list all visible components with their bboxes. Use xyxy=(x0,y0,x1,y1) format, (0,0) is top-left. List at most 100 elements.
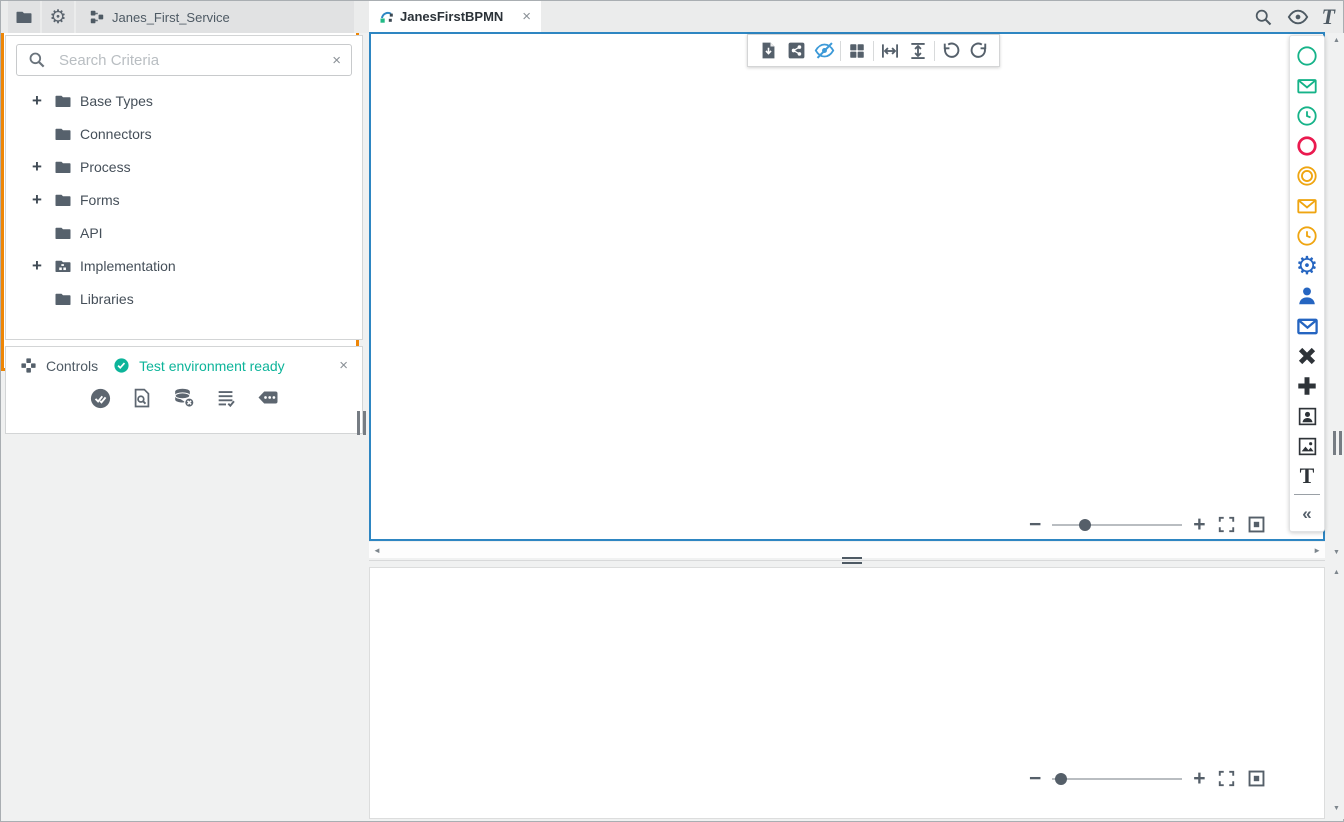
user-task-icon[interactable] xyxy=(1290,281,1324,311)
verify-all-icon[interactable] xyxy=(89,386,112,410)
folder-icon xyxy=(54,191,72,209)
project-tree: + Base Types Connectors + Process + Form… xyxy=(6,84,362,315)
check-circle-icon xyxy=(113,357,130,374)
user-image-icon[interactable] xyxy=(1290,401,1324,431)
expand-icon[interactable]: + xyxy=(32,256,54,276)
zoom-out-button[interactable]: − xyxy=(1029,768,1041,789)
document-tab-close-icon[interactable]: × xyxy=(522,9,531,24)
search-box: × xyxy=(16,44,352,76)
fit-to-screen-icon[interactable] xyxy=(1247,515,1266,534)
controls-close-icon[interactable]: × xyxy=(339,358,348,373)
text-icon[interactable]: T xyxy=(1290,461,1324,491)
canvas-zoom-controls: − + xyxy=(1029,514,1266,535)
search-icon xyxy=(27,50,47,70)
tree-item-forms[interactable]: + Forms xyxy=(6,183,362,216)
folder-icon xyxy=(54,158,72,176)
fit-to-screen-icon[interactable] xyxy=(1247,769,1266,788)
service-tab[interactable]: Janes_First_Service xyxy=(76,1,354,33)
tree-item-process[interactable]: + Process xyxy=(6,150,362,183)
canvas-horizontal-scrollbar[interactable]: ◄ ► xyxy=(369,542,1325,558)
typography-icon[interactable]: T xyxy=(1322,6,1335,28)
hide-preview-icon[interactable] xyxy=(810,38,838,64)
fullscreen-icon[interactable] xyxy=(1217,769,1236,788)
tree-item-connectors[interactable]: Connectors xyxy=(6,117,362,150)
expand-icon[interactable]: + xyxy=(32,157,54,177)
undo-icon[interactable] xyxy=(937,38,965,64)
document-tab-label: JanesFirstBPMN xyxy=(400,9,503,24)
zoom-in-button[interactable]: + xyxy=(1193,514,1205,535)
palette-divider xyxy=(1294,494,1320,495)
diagram-canvas[interactable] xyxy=(369,32,1325,541)
eye-icon[interactable] xyxy=(1287,6,1309,28)
console-message-icon[interactable] xyxy=(256,386,280,410)
grid-icon[interactable] xyxy=(843,38,871,64)
exclusive-gateway-icon[interactable] xyxy=(1290,341,1324,371)
tree-item-base-types[interactable]: + Base Types xyxy=(6,84,362,117)
parallel-gateway-icon[interactable] xyxy=(1290,371,1324,401)
canvas-toolbar xyxy=(747,34,1000,67)
document-tab[interactable]: JanesFirstBPMN × xyxy=(369,1,541,32)
expand-icon[interactable]: + xyxy=(32,91,54,111)
bpmn-diagram-icon xyxy=(379,10,393,24)
image-icon[interactable] xyxy=(1290,431,1324,461)
document-search-icon[interactable] xyxy=(131,386,153,410)
folder-icon xyxy=(54,125,72,143)
fit-width-icon[interactable] xyxy=(876,38,904,64)
message-start-event-icon[interactable] xyxy=(1290,71,1324,101)
top-right-actions: T xyxy=(1253,1,1335,33)
fullscreen-icon[interactable] xyxy=(1217,515,1236,534)
left-resize-handle[interactable] xyxy=(357,411,366,435)
zoom-slider[interactable] xyxy=(1052,524,1182,526)
zoom-in-button[interactable]: + xyxy=(1193,768,1205,789)
tree-item-libraries[interactable]: Libraries xyxy=(6,282,362,315)
cluster-icon xyxy=(20,357,37,374)
horizontal-resize-handle[interactable] xyxy=(842,557,862,564)
tree-item-api[interactable]: API xyxy=(6,216,362,249)
message-intermediate-event-icon[interactable] xyxy=(1290,191,1324,221)
implementation-folder-icon xyxy=(54,257,72,275)
search-input[interactable] xyxy=(59,52,320,69)
intermediate-event-icon[interactable] xyxy=(1290,161,1324,191)
settings-tab-button[interactable]: ⚙ xyxy=(42,1,74,33)
scroll-down-icon[interactable]: ▼ xyxy=(1329,549,1344,556)
scroll-down-icon[interactable]: ▼ xyxy=(1329,805,1344,812)
right-resize-handle[interactable] xyxy=(1333,431,1342,455)
zoom-slider[interactable] xyxy=(1052,778,1182,780)
zoom-slider-handle[interactable] xyxy=(1055,773,1067,785)
scroll-up-icon[interactable]: ▲ xyxy=(1329,569,1344,576)
folder-icon xyxy=(54,224,72,242)
zoom-out-button[interactable]: − xyxy=(1029,514,1041,535)
start-event-icon[interactable] xyxy=(1290,41,1324,71)
zoom-slider-handle[interactable] xyxy=(1079,519,1091,531)
flow-icon xyxy=(90,10,104,24)
workspace-tabs: ⚙ Janes_First_Service xyxy=(8,1,354,33)
status-text: Test environment ready xyxy=(139,358,285,374)
timer-intermediate-event-icon[interactable] xyxy=(1290,221,1324,251)
controls-panel: Controls Test environment ready × xyxy=(5,346,363,434)
export-document-icon[interactable] xyxy=(754,38,782,64)
database-clear-icon[interactable] xyxy=(172,386,196,410)
message-task-icon[interactable] xyxy=(1290,311,1324,341)
service-task-icon[interactable]: ⚙ xyxy=(1290,251,1324,281)
bpmn-palette: ⚙ T « xyxy=(1289,35,1325,532)
folder-tab-button[interactable] xyxy=(8,1,40,33)
service-tab-label: Janes_First_Service xyxy=(112,10,230,25)
end-event-icon[interactable] xyxy=(1290,131,1324,161)
timer-start-event-icon[interactable] xyxy=(1290,101,1324,131)
expand-icon[interactable]: + xyxy=(32,190,54,210)
right-scroll-strip: ▲ ▼ ▲ ▼ xyxy=(1329,33,1344,819)
search-clear-icon[interactable]: × xyxy=(332,53,341,68)
collapse-palette-icon[interactable]: « xyxy=(1290,498,1324,528)
fit-height-icon[interactable] xyxy=(904,38,932,64)
scroll-left-icon[interactable]: ◄ xyxy=(373,546,381,555)
search-icon[interactable] xyxy=(1253,7,1274,28)
folder-icon xyxy=(15,8,33,26)
scroll-up-icon[interactable]: ▲ xyxy=(1329,37,1344,44)
tree-item-implementation[interactable]: + Implementation xyxy=(6,249,362,282)
redo-icon[interactable] xyxy=(965,38,993,64)
share-icon[interactable] xyxy=(782,38,810,64)
scroll-right-icon[interactable]: ► xyxy=(1313,546,1321,555)
gear-icon: ⚙ xyxy=(49,6,66,29)
checklist-icon[interactable] xyxy=(215,386,237,410)
bottom-zoom-controls: − + xyxy=(1029,768,1266,789)
